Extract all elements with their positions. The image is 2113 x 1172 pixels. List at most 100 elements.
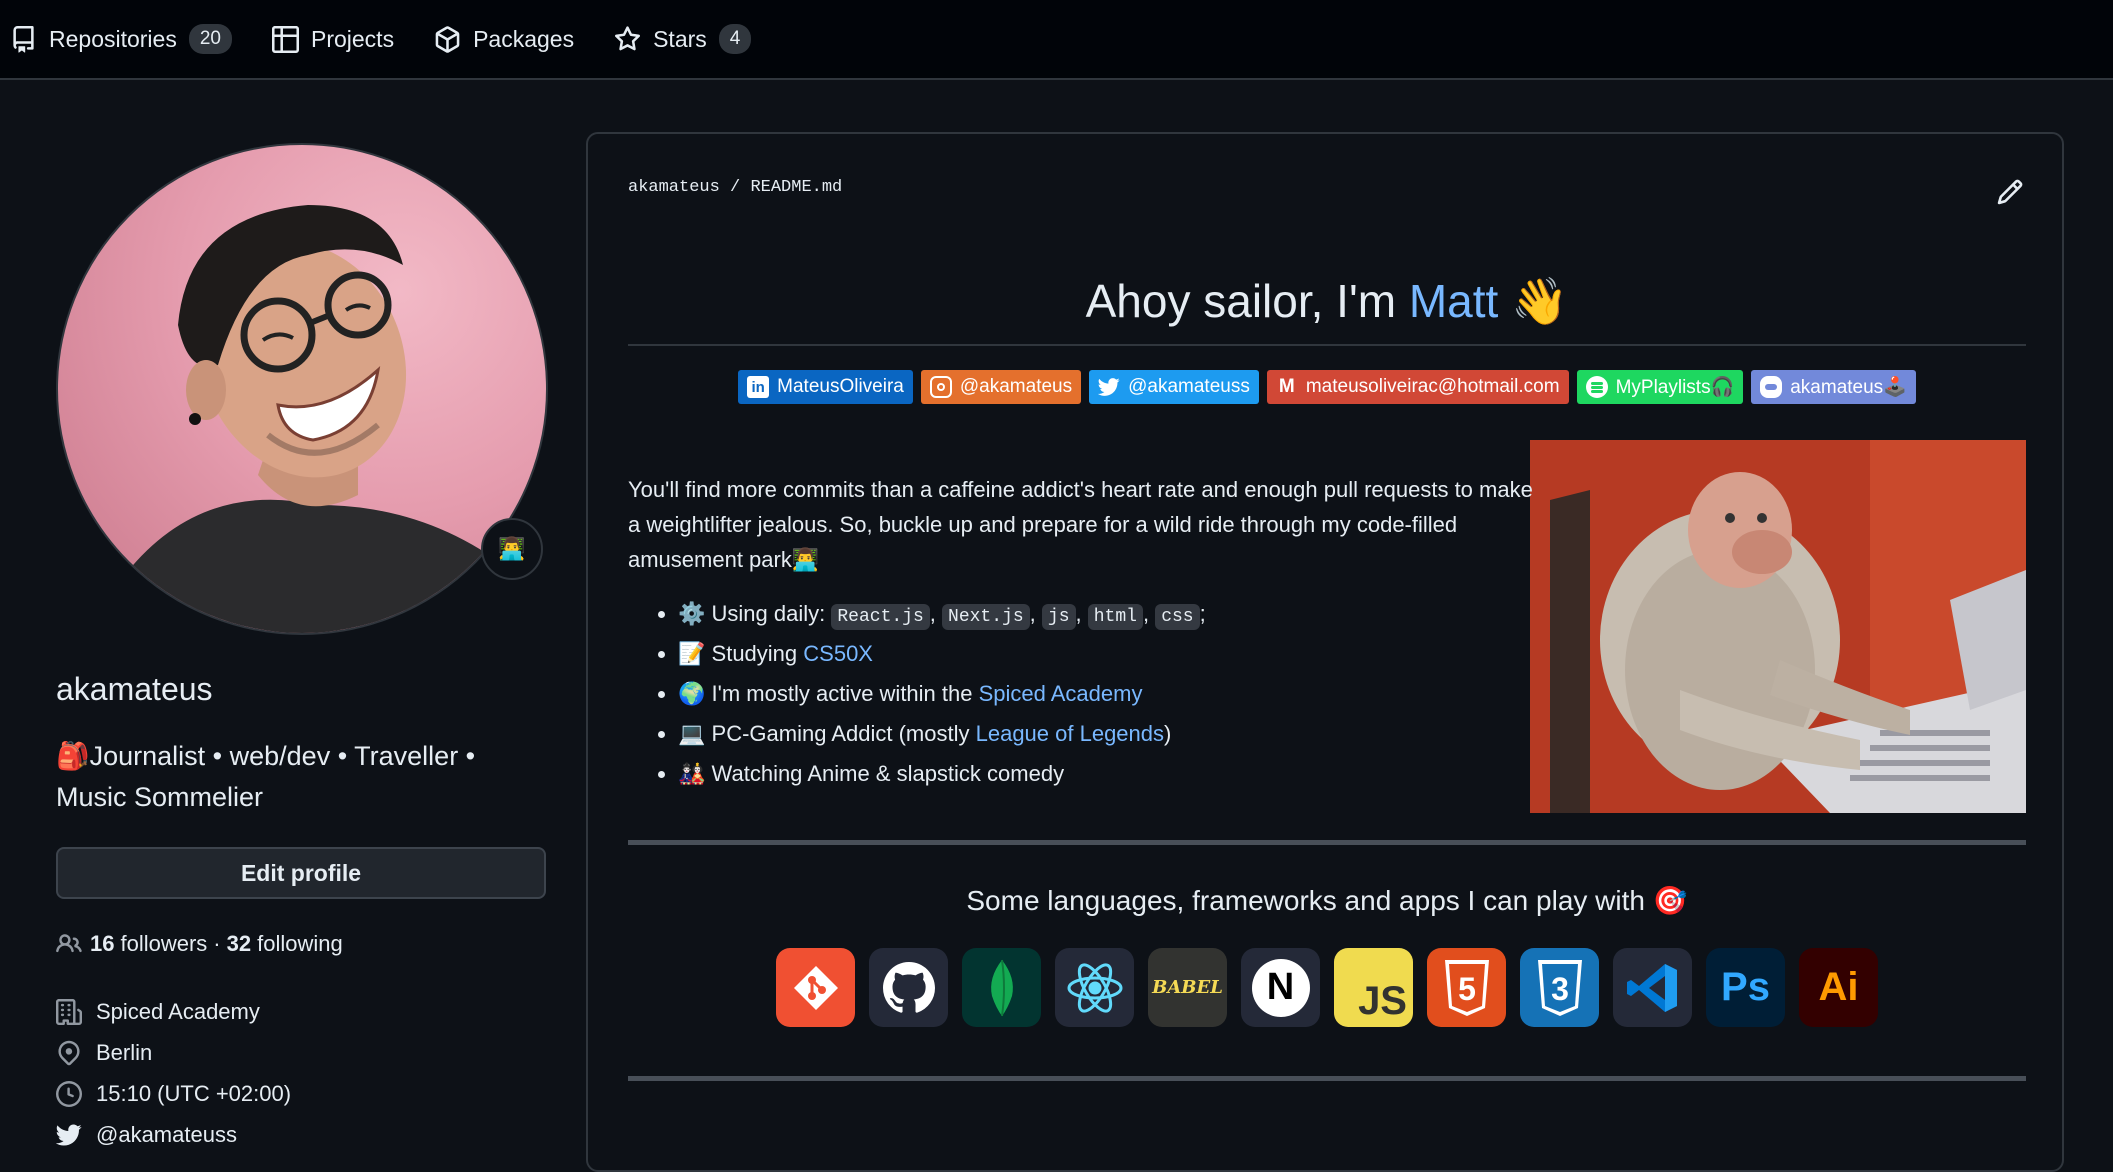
photoshop-icon[interactable]: Ps — [1706, 948, 1785, 1027]
linkedin-badge[interactable]: in MateusOliveira — [738, 370, 913, 404]
tab-repositories[interactable]: Repositories 20 — [10, 0, 232, 79]
nextjs-text: N — [1251, 958, 1310, 1017]
table-icon — [271, 25, 299, 53]
tool-code: html — [1087, 604, 1143, 630]
mongodb-icon[interactable] — [962, 948, 1041, 1027]
edit-readme-pencil-icon[interactable] — [1996, 178, 2024, 206]
langs-heading-text: Some languages, frameworks and apps I ca… — [966, 885, 1645, 916]
following-count[interactable]: 32 — [227, 931, 251, 957]
gear-icon: ⚙️ — [678, 602, 706, 627]
location-icon — [58, 1040, 80, 1065]
readme-file-link[interactable]: README.md — [750, 178, 842, 197]
monkey-image — [1530, 440, 2026, 813]
html5-text: 5 — [1458, 971, 1476, 1007]
spotify-icon — [1585, 376, 1608, 398]
twitter-icon — [1098, 378, 1120, 396]
twitter-badge[interactable]: @akamateuss — [1089, 370, 1259, 404]
gmail-icon: M — [1278, 376, 1295, 397]
tab-repositories-label: Repositories — [49, 25, 177, 52]
list-item: ⚙️ Using daily: React.js, Next.js, js, h… — [678, 594, 1206, 634]
followers-count[interactable]: 16 — [90, 931, 114, 957]
tool-code: React.js — [831, 604, 930, 630]
globe-icon: 🌍 — [678, 682, 706, 707]
set-status-button[interactable]: 👨‍💻 — [481, 518, 543, 580]
tool-code: js — [1041, 604, 1076, 630]
waving-hand-icon: 👋 — [1511, 274, 1569, 328]
instagram-badge-label: @akamateus — [959, 376, 1073, 397]
twitter-badge-label: @akamateuss — [1128, 376, 1250, 397]
backpack-icon: 🎒 — [56, 741, 90, 772]
discord-badge[interactable]: akamateus🕹️ — [1751, 370, 1916, 404]
readme-path-separator: / — [719, 178, 751, 197]
babel-icon[interactable]: BABEL — [1148, 948, 1227, 1027]
profile-tabs: Repositories 20 Projects Packages Stars … — [0, 0, 2113, 80]
star-icon — [615, 25, 641, 50]
bio-text: Journalist • web/dev • Traveller • Music… — [56, 741, 476, 812]
tab-projects-label: Projects — [310, 25, 395, 52]
gmail-badge[interactable]: M mateusoliveirac@hotmail.com — [1266, 370, 1569, 404]
heading-name-link[interactable]: Matt — [1409, 275, 1498, 327]
target-icon: 🎯 — [1652, 884, 1688, 917]
readme-intro: You'll find more commits than a caffeine… — [628, 477, 1533, 572]
list-item: 💻 PC-Gaming Addict (mostly League of Leg… — [678, 714, 1206, 754]
people-icon — [56, 934, 82, 953]
cs50x-link[interactable]: CS50X — [803, 641, 873, 666]
javascript-icon[interactable]: JS — [1334, 948, 1413, 1027]
javascript-text: JS — [1358, 979, 1407, 1023]
tab-projects[interactable]: Projects — [271, 0, 395, 79]
tab-packages[interactable]: Packages — [434, 0, 574, 79]
anime-label: Watching Anime & slapstick comedy — [711, 761, 1065, 786]
following-label[interactable]: following — [257, 931, 343, 957]
git-icon[interactable] — [776, 948, 855, 1027]
league-of-legends-link[interactable]: League of Legends — [976, 721, 1164, 746]
readme-list: ⚙️ Using daily: React.js, Next.js, js, h… — [678, 594, 1206, 794]
css3-text: 3 — [1551, 971, 1569, 1007]
section-divider — [628, 840, 2026, 845]
memo-icon: 📝 — [678, 642, 706, 667]
studying-label: Studying — [711, 641, 804, 666]
package-icon — [435, 25, 460, 53]
instagram-badge[interactable]: @akamateus — [920, 370, 1082, 404]
follow-stats: 16 followers · 32 following — [56, 931, 548, 957]
illustrator-icon[interactable]: Ai — [1799, 948, 1878, 1027]
tab-stars[interactable]: Stars 4 — [614, 0, 752, 79]
edit-profile-button[interactable]: Edit profile — [56, 847, 546, 899]
readme-heading: Ahoy sailor, I'm Matt 👋 — [628, 274, 2026, 329]
detail-twitter: @akamateuss — [56, 1114, 548, 1155]
react-icon[interactable] — [1055, 948, 1134, 1027]
photoshop-text: Ps — [1721, 965, 1770, 1009]
discord-icon — [1760, 376, 1783, 398]
local-time: 15:10 (UTC +02:00) — [96, 1080, 292, 1106]
linkedin-badge-label: MateusOliveira — [777, 376, 904, 397]
github-icon[interactable] — [869, 948, 948, 1027]
detail-location: Berlin — [56, 1032, 548, 1073]
list-item: 🎎 Watching Anime & slapstick comedy — [678, 754, 1206, 794]
repo-icon — [13, 25, 34, 53]
twitter-icon — [56, 1123, 82, 1146]
spotify-badge-label: MyPlaylists🎧 — [1615, 377, 1735, 398]
heading-divider — [628, 344, 2026, 346]
discord-badge-label: akamateus🕹️ — [1790, 377, 1907, 398]
html5-icon[interactable]: 5 — [1427, 948, 1506, 1027]
followers-label[interactable]: followers — [120, 931, 207, 957]
gmail-badge-label: mateusoliveirac@hotmail.com — [1305, 376, 1560, 397]
avatar[interactable] — [56, 143, 548, 635]
readme-path: akamateus / README.md — [628, 178, 842, 197]
avatar-photo — [98, 205, 528, 633]
clock-icon — [56, 1080, 82, 1107]
gaming-end: ) — [1164, 721, 1172, 746]
nextjs-icon[interactable]: N — [1241, 948, 1320, 1027]
vscode-icon[interactable] — [1613, 948, 1692, 1027]
illustrator-text: Ai — [1818, 965, 1859, 1009]
profile-sidebar: 👨‍💻 akamateus 🎒Journalist • web/dev • Tr… — [56, 143, 548, 1155]
tool-code: Next.js — [942, 604, 1030, 630]
profile-username: akamateus — [56, 671, 213, 707]
linkedin-icon: in — [747, 376, 770, 398]
spotify-badge[interactable]: MyPlaylists🎧 — [1576, 370, 1744, 404]
twitter-handle[interactable]: @akamateuss — [96, 1122, 237, 1148]
instagram-icon — [929, 376, 952, 398]
tab-packages-label: Packages — [473, 25, 575, 52]
spiced-academy-link[interactable]: Spiced Academy — [979, 681, 1143, 706]
readme-owner-link[interactable]: akamateus — [628, 178, 720, 197]
css3-icon[interactable]: 3 — [1520, 948, 1599, 1027]
